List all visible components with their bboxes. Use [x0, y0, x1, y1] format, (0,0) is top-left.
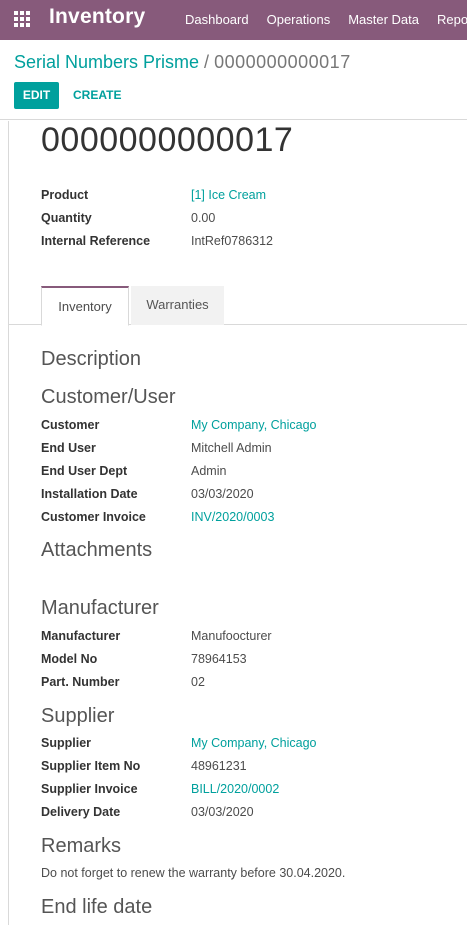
field-label: Product [41, 188, 89, 202]
menu-item-reporting[interactable]: Repo [428, 0, 467, 40]
field-label: Quantity [41, 211, 92, 225]
field-label: Installation Date [41, 487, 138, 501]
section-customer-user-title: Customer/User [41, 386, 176, 408]
field-label: Part. Number [41, 675, 120, 689]
quantity-value: 0.00 [191, 211, 216, 225]
menu-item-operations[interactable]: Operations [258, 0, 340, 40]
section-remarks-title: Remarks [41, 835, 122, 857]
customer-link[interactable]: My Company, Chicago [191, 415, 317, 435]
control-panel: Serial Numbers Prisme/0000000000017 EDIT… [0, 40, 467, 120]
part-number-value: 02 [191, 675, 205, 689]
notebook-tabs: Inventory Warranties [9, 286, 467, 326]
section-description-title: Description [41, 348, 142, 370]
field-label: End User [41, 441, 96, 455]
breadcrumb-parent-link[interactable]: Serial Numbers Prisme [14, 52, 199, 72]
field-label: Supplier Item No [41, 759, 141, 773]
field-label: End User Dept [41, 464, 128, 478]
installation-date-value: 03/03/2020 [191, 487, 254, 501]
apps-menu-icon[interactable] [14, 11, 32, 29]
field-label: Manufacturer [41, 629, 121, 643]
supplier-link[interactable]: My Company, Chicago [191, 733, 317, 753]
app-title[interactable]: Inventory [49, 5, 145, 29]
tab-warranties[interactable]: Warranties [131, 286, 224, 325]
field-label: Delivery Date [41, 805, 121, 819]
field-label: Internal Reference [41, 234, 151, 248]
main-menu: Dashboard Operations Master Data Repo [176, 0, 467, 40]
field-label: Customer Invoice [41, 510, 146, 524]
field-label: Model No [41, 652, 98, 666]
edit-button[interactable]: EDIT [14, 82, 59, 109]
section-end-life-date-title: End life date [41, 896, 153, 918]
top-navbar: Inventory Dashboard Operations Master Da… [0, 0, 467, 40]
create-button[interactable]: CREATE [73, 82, 121, 109]
form-sheet: 0000000000017 Product [1] Ice Cream Quan… [8, 121, 467, 925]
manufacturer-value: Manufoocturer [191, 629, 272, 643]
section-attachments-title: Attachments [41, 539, 153, 561]
field-label: Supplier Invoice [41, 782, 138, 796]
breadcrumb-current: 0000000000017 [214, 52, 351, 72]
menu-item-dashboard[interactable]: Dashboard [176, 0, 258, 40]
breadcrumb-separator: / [204, 52, 210, 72]
record-title: 0000000000017 [41, 121, 294, 159]
delivery-date-value: 03/03/2020 [191, 805, 254, 819]
field-label: Customer [41, 418, 100, 432]
tab-inventory[interactable]: Inventory [41, 286, 129, 326]
section-manufacturer-title: Manufacturer [41, 597, 159, 619]
remarks-text: Do not forget to renew the warranty befo… [41, 866, 346, 880]
product-link[interactable]: [1] Ice Cream [191, 185, 266, 205]
supplier-invoice-link[interactable]: BILL/2020/0002 [191, 779, 279, 799]
internal-reference-value: IntRef0786312 [191, 234, 274, 248]
model-no-value: 78964153 [191, 652, 247, 666]
field-label: Supplier [41, 736, 92, 750]
end-user-dept-value: Admin [191, 464, 227, 478]
breadcrumb: Serial Numbers Prisme/0000000000017 [14, 52, 351, 73]
end-user-value: Mitchell Admin [191, 441, 272, 455]
customer-invoice-link[interactable]: INV/2020/0003 [191, 507, 274, 527]
supplier-item-no-value: 48961231 [191, 759, 247, 773]
menu-item-master-data[interactable]: Master Data [339, 0, 428, 40]
section-supplier-title: Supplier [41, 705, 115, 727]
